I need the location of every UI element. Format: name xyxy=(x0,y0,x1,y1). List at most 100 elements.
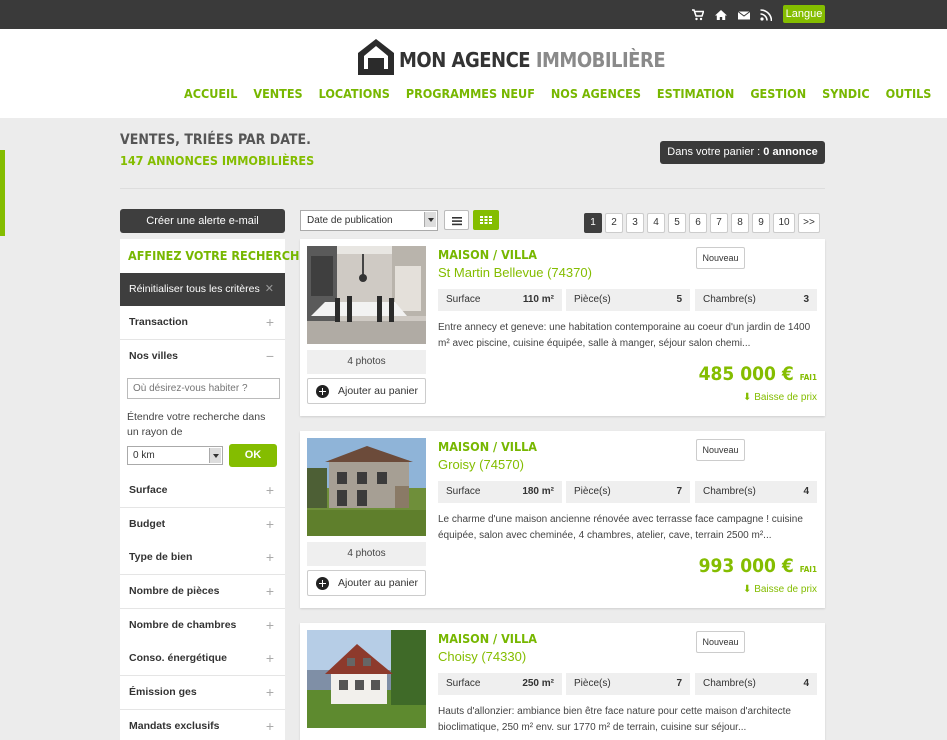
list-view-button[interactable] xyxy=(444,210,469,230)
filter-surface[interactable]: Surface + xyxy=(120,474,285,508)
nav-gestion[interactable]: GESTION xyxy=(750,86,806,104)
filter-nombre-chambres[interactable]: Nombre de chambres + xyxy=(120,609,285,643)
filter-sidebar: AFFINEZ VOTRE RECHERCHE Réinitialiser to… xyxy=(120,239,307,740)
spec-surface: Surface 110 m² xyxy=(438,289,562,311)
price-drop-label: ⬇ Baisse de prix xyxy=(743,392,817,403)
reset-label: Réinitialiser tous les critères xyxy=(129,283,260,295)
spec-label: Surface xyxy=(446,486,481,497)
page-10[interactable]: 10 xyxy=(773,213,795,233)
logo-main-text: MON AGENCE xyxy=(399,48,536,72)
listing-location[interactable]: Groisy (74570) xyxy=(438,457,524,472)
mail-icon[interactable] xyxy=(738,9,750,21)
filter-conso-energetique[interactable]: Conso. énergétique + xyxy=(120,642,285,676)
listing-location[interactable]: Choisy (74330) xyxy=(438,649,526,664)
nav-ventes[interactable]: VENTES xyxy=(253,86,302,104)
plus-icon: + xyxy=(265,650,274,666)
site-logo-text[interactable]: MON AGENCE IMMOBILIÈRE xyxy=(399,48,666,72)
reset-filters-button[interactable]: Réinitialiser tous les critères ✕ xyxy=(120,273,285,306)
nav-locations[interactable]: LOCATIONS xyxy=(319,86,390,104)
listing-image xyxy=(307,630,426,728)
site-header: MON AGENCE IMMOBILIÈRE ACCUEIL VENTES LO… xyxy=(0,29,947,118)
radius-value: 0 km xyxy=(133,450,155,461)
price-note: 1 xyxy=(811,565,817,574)
page-8[interactable]: 8 xyxy=(731,213,749,233)
plus-icon: + xyxy=(265,516,274,532)
rss-icon[interactable] xyxy=(760,9,772,21)
cart-summary[interactable]: Dans votre panier : 0 annonce xyxy=(660,141,825,164)
filter-nos-villes[interactable]: Nos villes − xyxy=(120,340,285,374)
filter-nombre-pieces[interactable]: Nombre de pièces + xyxy=(120,575,285,609)
photo-count[interactable]: 4 photos xyxy=(307,542,426,566)
listing-type[interactable]: MAISON / VILLA xyxy=(438,631,537,646)
filter-label: Émission ges xyxy=(129,686,197,698)
listing-card[interactable]: MAISON / VILLA Choisy (74330) Nouveau Su… xyxy=(300,623,825,740)
filter-budget[interactable]: Budget + xyxy=(120,508,285,542)
language-button[interactable]: Langue xyxy=(783,5,825,23)
page-next[interactable]: >> xyxy=(798,213,820,233)
filter-emission-ges[interactable]: Émission ges + xyxy=(120,676,285,710)
ok-button[interactable]: OK xyxy=(229,444,277,467)
chevron-down-icon xyxy=(209,448,221,463)
listing-photo[interactable] xyxy=(307,246,426,344)
price-fai: FAI xyxy=(799,565,812,574)
listing-image xyxy=(307,246,426,344)
page-2[interactable]: 2 xyxy=(605,213,623,233)
page-4[interactable]: 4 xyxy=(647,213,665,233)
page-6[interactable]: 6 xyxy=(689,213,707,233)
cart-icon[interactable] xyxy=(692,9,704,21)
listing-image xyxy=(307,438,426,536)
page-title: VENTES, TRIÉES PAR DATE. xyxy=(120,132,311,148)
listing-description: Hauts d'allonzier: ambiance bien être fa… xyxy=(438,706,791,733)
city-search-input[interactable] xyxy=(127,378,280,399)
spec-pieces: Pièce(s) 7 xyxy=(566,673,690,695)
listing-photo[interactable] xyxy=(307,438,426,536)
grid-view-button[interactable] xyxy=(473,210,499,230)
filter-mandats-exclusifs[interactable]: Mandats exclusifs + xyxy=(120,710,285,740)
page-9[interactable]: 9 xyxy=(752,213,770,233)
listing-photo[interactable] xyxy=(307,630,426,728)
spec-label: Surface xyxy=(446,294,481,305)
nav-estimation[interactable]: ESTIMATION xyxy=(657,86,734,104)
page-1[interactable]: 1 xyxy=(584,213,602,233)
house-logo-icon[interactable] xyxy=(357,38,395,76)
listing-type[interactable]: MAISON / VILLA xyxy=(438,247,537,262)
listing-type[interactable]: MAISON / VILLA xyxy=(438,439,537,454)
plus-icon: + xyxy=(265,718,274,734)
listing-location[interactable]: St Martin Bellevue (74370) xyxy=(438,265,592,280)
photo-count[interactable]: 4 photos xyxy=(307,350,426,374)
radius-select[interactable]: 0 km xyxy=(127,446,223,465)
filter-transaction[interactable]: Transaction + xyxy=(120,306,285,340)
create-alert-button[interactable]: Créer une alerte e-mail xyxy=(120,209,285,233)
spec-value: 4 xyxy=(803,486,809,497)
home-icon[interactable] xyxy=(715,9,727,21)
filter-label: Type de bien xyxy=(129,551,193,563)
nav-nos-agences[interactable]: NOS AGENCES xyxy=(551,86,641,104)
listing-card[interactable]: 4 photos Ajouter au panier MAISON / VILL… xyxy=(300,431,825,608)
arrow-down-icon: ⬇ xyxy=(743,392,752,403)
add-to-cart-button[interactable]: Ajouter au panier xyxy=(307,570,426,596)
add-to-cart-button[interactable]: Ajouter au panier xyxy=(307,378,426,404)
listing-card[interactable]: 4 photos Ajouter au panier MAISON / VILL… xyxy=(300,239,825,416)
filter-label: Nombre de chambres xyxy=(129,619,237,631)
spec-value: 7 xyxy=(676,486,682,497)
add-to-cart-label: Ajouter au panier xyxy=(338,385,418,397)
spec-label: Surface xyxy=(446,678,481,689)
filter-type-de-bien[interactable]: Type de bien + xyxy=(120,541,285,575)
sort-select[interactable]: Date de publication xyxy=(300,210,438,231)
page-3[interactable]: 3 xyxy=(626,213,644,233)
nav-accueil[interactable]: ACCUEIL xyxy=(184,86,237,104)
nav-programmes-neuf[interactable]: PROGRAMMES NEUF xyxy=(406,86,535,104)
list-icon xyxy=(452,217,462,226)
spec-surface: Surface 250 m² xyxy=(438,673,562,695)
page-7[interactable]: 7 xyxy=(710,213,728,233)
price-value: 993 000 € xyxy=(698,555,794,577)
nav-syndic[interactable]: SYNDIC xyxy=(822,86,869,104)
side-accent-tab[interactable] xyxy=(0,150,5,236)
listing-price: 993 000 € FAI1 xyxy=(699,555,817,577)
page-5[interactable]: 5 xyxy=(668,213,686,233)
nav-outils[interactable]: OUTILS xyxy=(886,86,932,104)
sort-value: Date de publication xyxy=(307,215,393,226)
filter-label: Surface xyxy=(129,484,168,496)
new-badge: Nouveau xyxy=(696,247,745,269)
spec-label: Chambre(s) xyxy=(703,678,756,689)
